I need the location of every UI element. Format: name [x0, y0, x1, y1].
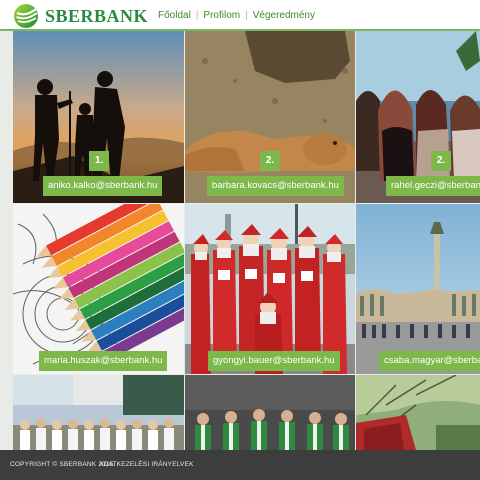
- nav-item-profile[interactable]: Profilom: [203, 10, 240, 21]
- photo-group-event: [13, 375, 184, 450]
- photo-grid: 1. aniko.kalko@sberbank.hu 2. barbara.ko…: [0, 31, 480, 450]
- header: SBERBANK Főoldal | Profilom | Végeredmén…: [0, 0, 480, 32]
- brand-name[interactable]: SBERBANK: [45, 6, 148, 27]
- nav-item-results[interactable]: Végeredmény: [253, 10, 315, 21]
- photo-heroes-square: [356, 204, 480, 374]
- nav-separator: |: [245, 10, 248, 21]
- rank-badge: 2.: [431, 151, 451, 171]
- photo-tree-building: [356, 375, 480, 450]
- photo-tile-5[interactable]: gyongyi.bauer@sberbank.hu: [185, 204, 355, 374]
- photo-tile-1[interactable]: 1. aniko.kalko@sberbank.hu: [13, 31, 184, 203]
- main-nav: Főoldal | Profilom | Végeredmény: [158, 10, 315, 21]
- tile-email-label[interactable]: csaba.magyar@sberbank.hu: [379, 351, 480, 371]
- photo-tile-4[interactable]: maria.huszak@sberbank.hu: [13, 204, 184, 374]
- tile-email-label[interactable]: gyongyi.bauer@sberbank.hu: [208, 351, 340, 371]
- photo-coloring-pencils: [13, 204, 184, 374]
- footer: COPYRIGHT © SBERBANK 2015. ADATKEZELÉSI …: [0, 450, 480, 480]
- sberbank-logo-icon[interactable]: [13, 3, 39, 29]
- tile-email-label[interactable]: aniko.kalko@sberbank.hu: [43, 176, 163, 196]
- footer-privacy-link[interactable]: ADATKEZELÉSI IRÁNYELVEK: [99, 461, 194, 468]
- nav-separator: |: [195, 10, 199, 21]
- photo-team-green-jerseys: [185, 375, 355, 450]
- photo-tile-9[interactable]: [356, 375, 480, 450]
- photo-tile-6[interactable]: csaba.magyar@sberbank.hu: [356, 204, 480, 374]
- tile-email-label[interactable]: maria.huszak@sberbank.hu: [39, 351, 168, 371]
- photo-tile-7[interactable]: [13, 375, 184, 450]
- photo-tile-2[interactable]: 2. barbara.kovacs@sberbank.hu: [185, 31, 355, 203]
- photo-tile-3[interactable]: 2. rahel.geczi@sberbank.hu: [356, 31, 480, 203]
- rank-badge: 1.: [89, 151, 109, 171]
- photo-tile-8[interactable]: [185, 375, 355, 450]
- photo-santa-runners: [185, 204, 355, 374]
- rank-badge: 2.: [260, 151, 280, 171]
- tile-email-label[interactable]: rahel.geczi@sberbank.hu: [386, 176, 480, 196]
- tile-email-label[interactable]: barbara.kovacs@sberbank.hu: [207, 176, 344, 196]
- nav-item-home[interactable]: Főoldal: [158, 10, 191, 21]
